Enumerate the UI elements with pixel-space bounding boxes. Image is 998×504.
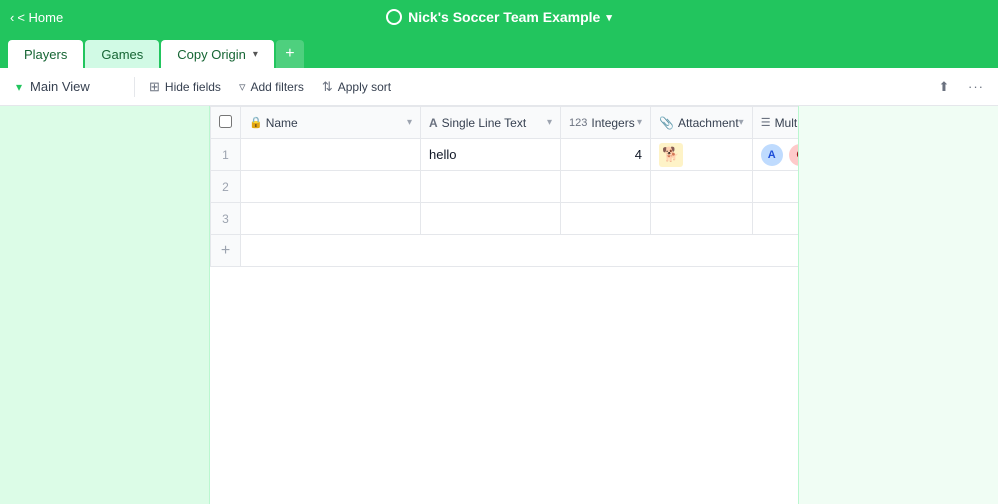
tag-a: A [761, 144, 783, 166]
row-num-1: 1 [211, 139, 241, 171]
add-tab-button[interactable]: + [276, 40, 304, 68]
col-int-label: Integers [591, 116, 634, 130]
app-title: Nick's Soccer Team Example ▾ [386, 9, 612, 25]
cell-int-3[interactable] [561, 203, 651, 235]
grid-container: 🔒 Name ▾ A Single Line Text ▾ [0, 106, 998, 504]
app-title-chevron-icon[interactable]: ▾ [606, 11, 612, 24]
tab-bar: Players Games Copy Origin ▾ + [0, 34, 998, 68]
cell-attach-2[interactable] [651, 171, 753, 203]
right-panel [798, 106, 998, 504]
data-table: 🔒 Name ▾ A Single Line Text ▾ [210, 106, 798, 267]
select-all-checkbox[interactable] [219, 115, 232, 128]
cell-text-2[interactable] [421, 171, 561, 203]
multi-field-icon: ☰ [761, 116, 771, 129]
tag-c: C [789, 144, 798, 166]
home-arrow-icon: ‹ [10, 10, 14, 25]
col-multi-label: Multiple Select [775, 116, 798, 130]
tab-copy-origin[interactable]: Copy Origin ▾ [161, 40, 274, 68]
attach-field-icon: 📎 [659, 116, 674, 130]
view-selector-label: Main View [30, 79, 90, 94]
table-row: 3 [211, 203, 799, 235]
tab-players-label: Players [24, 47, 67, 62]
cell-multi-3[interactable] [752, 203, 798, 235]
home-label: < Home [17, 10, 63, 25]
table-row: 2 [211, 171, 799, 203]
home-button[interactable]: ‹ < Home [10, 10, 63, 25]
cell-multi-1[interactable]: A C [752, 139, 798, 171]
add-filters-icon: ▿ [239, 79, 246, 95]
tab-games-label: Games [101, 47, 143, 62]
cell-text-3[interactable] [421, 203, 561, 235]
col-header-int[interactable]: 123 Integers ▾ [561, 107, 651, 139]
cell-text-1-value: hello [429, 147, 456, 162]
view-chevron-icon: ▾ [16, 80, 22, 94]
table-row: 1 hello 4 🐕 A C [211, 139, 799, 171]
attachment-thumbnail-1: 🐕 [659, 143, 683, 167]
apply-sort-button[interactable]: ⇅ Apply sort [314, 75, 399, 99]
col-text-chevron-icon: ▾ [547, 117, 552, 128]
table-wrapper[interactable]: 🔒 Name ▾ A Single Line Text ▾ [210, 106, 798, 504]
share-button[interactable]: ⬆ [930, 73, 958, 101]
col-header-name[interactable]: 🔒 Name ▾ [241, 107, 421, 139]
add-row-plus-icon[interactable]: + [211, 235, 241, 267]
top-bar: ‹ < Home Nick's Soccer Team Example ▾ [0, 0, 998, 34]
add-row[interactable]: + [211, 235, 799, 267]
lock-icon: 🔒 [249, 116, 263, 129]
apply-sort-label: Apply sort [338, 80, 391, 94]
col-attach-label: Attachment [678, 116, 739, 130]
cell-attach-3[interactable] [651, 203, 753, 235]
tab-players[interactable]: Players [8, 40, 83, 68]
left-sidebar-panel [0, 106, 210, 504]
toolbar-right: ⬆ ··· [930, 73, 990, 101]
share-icon: ⬆ [939, 79, 950, 95]
col-checkbox[interactable] [211, 107, 241, 139]
col-attach-chevron-icon: ▾ [739, 117, 744, 128]
row-num-2: 2 [211, 171, 241, 203]
col-name-chevron-icon: ▾ [407, 117, 412, 128]
tab-games[interactable]: Games [85, 40, 159, 68]
cell-int-1[interactable]: 4 [561, 139, 651, 171]
cell-name-2[interactable] [241, 171, 421, 203]
app-title-circle-icon [386, 9, 402, 25]
cell-int-2[interactable] [561, 171, 651, 203]
toolbar-divider-1 [134, 77, 135, 97]
cell-name-3[interactable] [241, 203, 421, 235]
apply-sort-icon: ⇅ [322, 79, 333, 95]
add-filters-label: Add filters [250, 80, 303, 94]
col-name-label: Name [266, 116, 298, 130]
hide-fields-label: Hide fields [165, 80, 221, 94]
cell-text-1[interactable]: hello [421, 139, 561, 171]
col-int-chevron-icon: ▾ [637, 117, 642, 128]
more-options-button[interactable]: ··· [962, 73, 990, 101]
col-header-attach[interactable]: 📎 Attachment ▾ [651, 107, 753, 139]
app-title-text: Nick's Soccer Team Example [408, 9, 600, 25]
toolbar: ▾ Main View ⊞ Hide fields ▿ Add filters … [0, 68, 998, 106]
text-field-icon: A [429, 116, 438, 130]
hide-fields-button[interactable]: ⊞ Hide fields [141, 75, 229, 99]
cell-int-1-value: 4 [635, 147, 642, 162]
more-options-icon: ··· [968, 79, 984, 94]
col-text-label: Single Line Text [442, 116, 527, 130]
col-header-multi[interactable]: ☰ Multiple Select ▾ [752, 107, 798, 139]
add-filters-button[interactable]: ▿ Add filters [231, 75, 312, 99]
row-num-3: 3 [211, 203, 241, 235]
tab-copy-origin-label: Copy Origin [177, 47, 246, 62]
hide-fields-icon: ⊞ [149, 79, 160, 95]
cell-attach-1[interactable]: 🐕 [651, 139, 753, 171]
cell-name-1[interactable] [241, 139, 421, 171]
view-selector[interactable]: ▾ Main View [8, 75, 128, 98]
add-row-empty [241, 235, 799, 267]
col-header-text[interactable]: A Single Line Text ▾ [421, 107, 561, 139]
tab-copy-origin-chevron-icon: ▾ [253, 49, 258, 60]
int-field-icon: 123 [569, 117, 587, 129]
cell-multi-2[interactable] [752, 171, 798, 203]
